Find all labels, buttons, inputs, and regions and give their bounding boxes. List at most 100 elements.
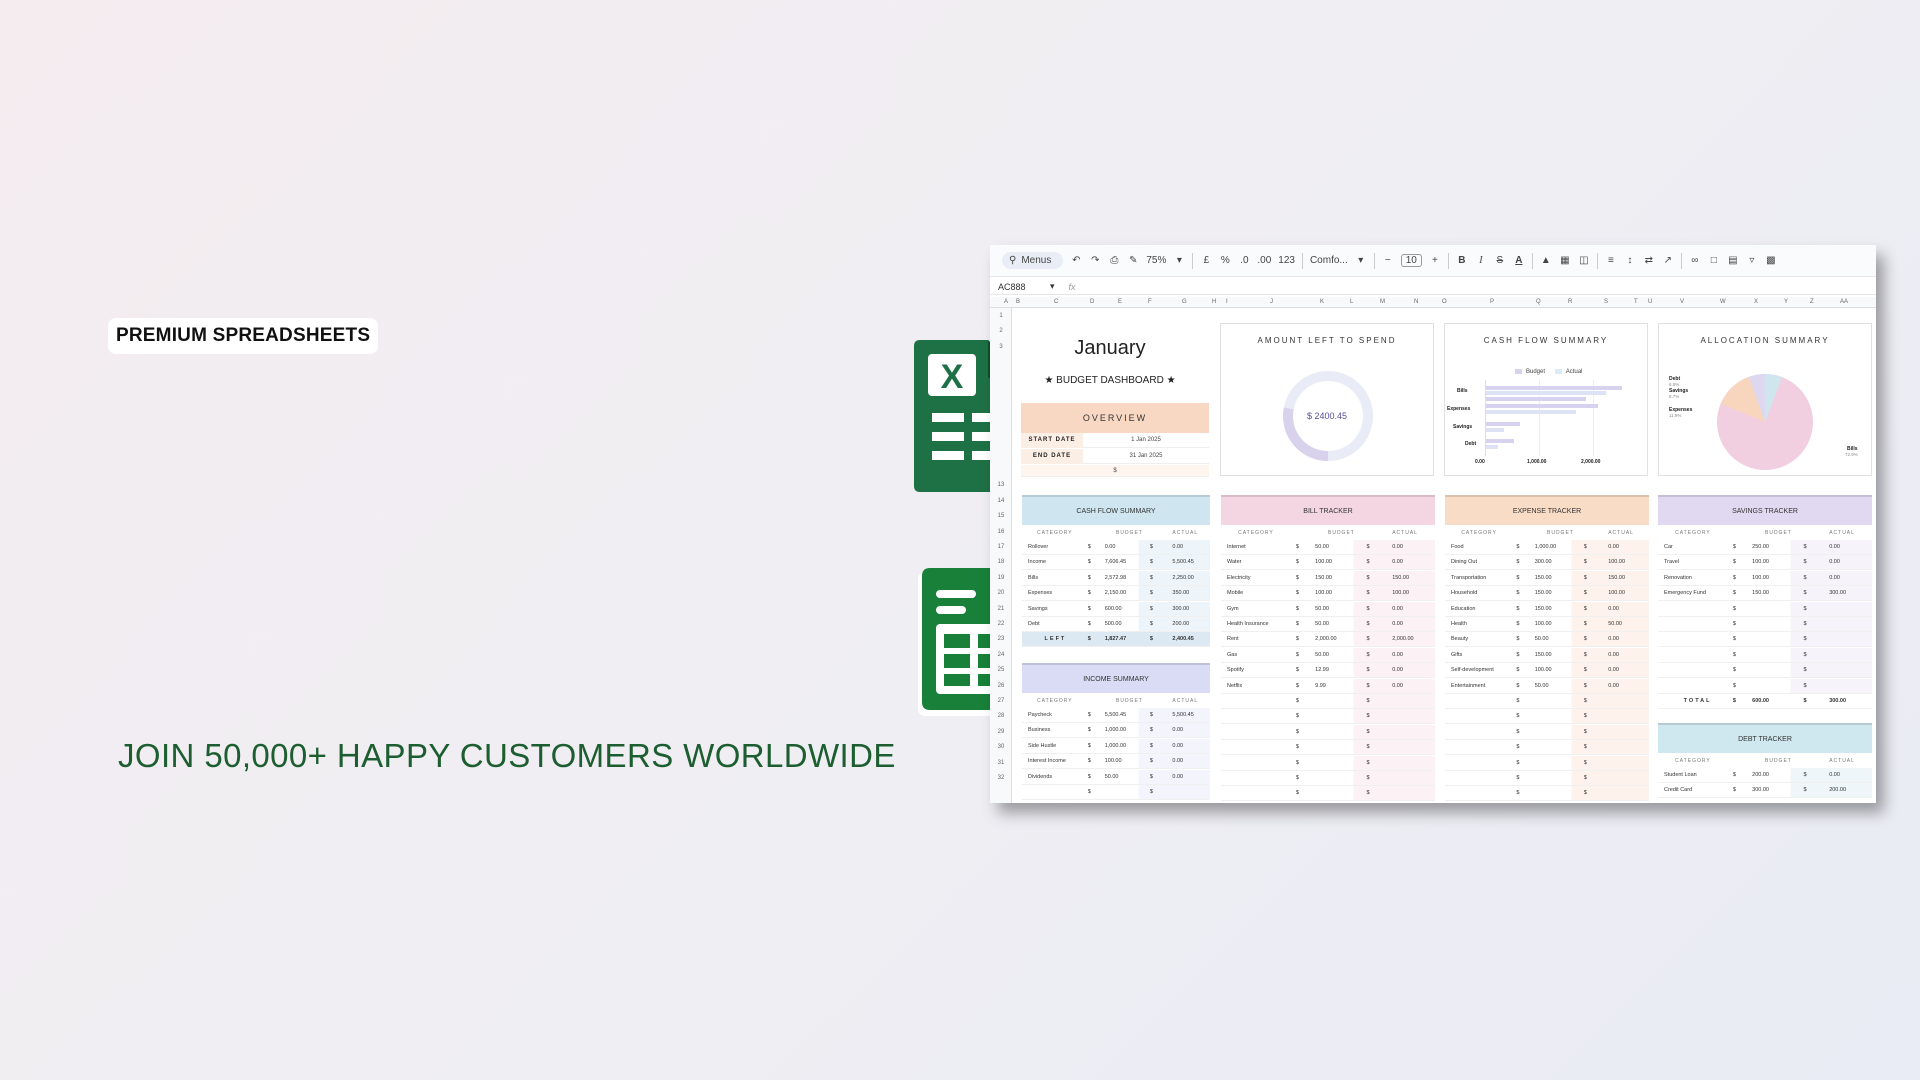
column-header[interactable]: I <box>1226 299 1228 305</box>
table-row[interactable]: Mobile $100.00 $100.00 <box>1221 586 1435 602</box>
chevron-down-icon[interactable]: ▾ <box>1355 255 1367 266</box>
row-header[interactable]: 20 <box>990 590 1012 596</box>
row-header[interactable]: 27 <box>990 698 1012 704</box>
column-header[interactable]: K <box>1320 299 1324 305</box>
table-row[interactable]: $ $ <box>1221 694 1435 709</box>
table-row[interactable]: $ $ <box>1658 632 1872 648</box>
row-header[interactable]: 21 <box>990 606 1012 612</box>
text-rotation-icon[interactable]: ↗ <box>1662 255 1674 266</box>
text-wrap-icon[interactable]: ⇄ <box>1643 255 1655 266</box>
row-header[interactable]: 26 <box>990 683 1012 689</box>
start-date-value[interactable]: 1 Jan 2025 <box>1083 433 1209 448</box>
table-row[interactable]: Expenses $2,150.00 $350.00 <box>1022 586 1210 602</box>
table-row[interactable]: $ $ <box>1445 755 1649 771</box>
row-header[interactable]: 19 <box>990 575 1012 581</box>
currency-format[interactable]: £ <box>1200 255 1212 266</box>
table-row[interactable]: Food $1,000.00 $0.00 <box>1445 540 1649 555</box>
comment-icon[interactable]: □ <box>1708 255 1720 266</box>
strikethrough-button[interactable]: S <box>1494 255 1506 266</box>
link-icon[interactable]: ∞ <box>1689 255 1701 266</box>
currency-dropdown[interactable]: $ <box>1021 465 1209 477</box>
table-icon[interactable]: ▩ <box>1765 255 1777 266</box>
italic-button[interactable]: I <box>1475 255 1487 266</box>
row-header[interactable]: 29 <box>990 729 1012 735</box>
percent-format[interactable]: % <box>1219 255 1231 266</box>
column-header[interactable]: Y <box>1784 299 1788 305</box>
row-header[interactable]: 13 <box>990 482 1012 488</box>
row-header[interactable]: 30 <box>990 744 1012 750</box>
table-row[interactable]: Paycheck $5,500.45 $5,500.45 <box>1022 708 1210 723</box>
column-header[interactable]: P <box>1490 299 1494 305</box>
column-header[interactable]: R <box>1568 299 1572 305</box>
column-header[interactable]: S <box>1604 299 1608 305</box>
table-row[interactable]: Emergency Fund $150.00 $300.00 <box>1658 586 1872 602</box>
row-header[interactable]: 32 <box>990 775 1012 781</box>
filter-icon[interactable]: ▿ <box>1746 255 1758 266</box>
table-row[interactable]: $ $ <box>1221 740 1435 756</box>
table-row[interactable]: $ $ <box>1445 724 1649 740</box>
undo-icon[interactable]: ↶ <box>1070 255 1082 266</box>
table-row[interactable]: Netflix $9.99 $0.00 <box>1221 678 1435 694</box>
column-header[interactable]: G <box>1182 299 1187 305</box>
column-header[interactable]: A <box>1004 299 1008 305</box>
table-row[interactable]: Dining Out $300.00 $100.00 <box>1445 555 1649 571</box>
row-header[interactable]: 1 <box>990 313 1012 319</box>
end-date-value[interactable]: 31 Jan 2025 <box>1083 449 1209 464</box>
table-row[interactable]: $ $ <box>1221 771 1435 786</box>
font-size-decrease[interactable]: − <box>1382 255 1394 266</box>
table-row[interactable]: Gas $50.00 $0.00 <box>1221 647 1435 663</box>
column-header[interactable]: D <box>1090 299 1094 305</box>
row-header[interactable]: 28 <box>990 713 1012 719</box>
name-box[interactable]: AC888 <box>990 282 1050 292</box>
increase-decimal[interactable]: .00 <box>1257 255 1271 266</box>
column-header[interactable]: C <box>1054 299 1058 305</box>
row-header[interactable]: 24 <box>990 652 1012 658</box>
decrease-decimal[interactable]: .0 <box>1238 255 1250 266</box>
column-header[interactable]: H <box>1212 299 1216 305</box>
table-row[interactable]: Health Insurance $50.00 $0.00 <box>1221 617 1435 632</box>
font-select[interactable]: Comfo... <box>1310 255 1348 266</box>
table-row[interactable]: Internet $50.00 $0.00 <box>1221 540 1435 555</box>
zoom-select[interactable]: 75% <box>1146 255 1166 266</box>
row-header[interactable]: 2 <box>990 328 1012 334</box>
table-row[interactable]: Electricity $150.00 $150.00 <box>1221 570 1435 586</box>
table-row[interactable]: $ $ <box>1221 755 1435 771</box>
row-header[interactable]: 18 <box>990 559 1012 565</box>
table-row[interactable]: Health $100.00 $50.00 <box>1445 617 1649 632</box>
table-row[interactable]: Education $150.00 $0.00 <box>1445 601 1649 617</box>
table-row[interactable]: $ $ <box>1658 678 1872 694</box>
table-row[interactable]: Dividends $50.00 $0.00 <box>1022 769 1210 785</box>
chart-icon[interactable]: ▤ <box>1727 255 1739 266</box>
table-row[interactable]: Car $250.00 $0.00 <box>1658 540 1872 555</box>
column-header[interactable]: F <box>1148 299 1152 305</box>
table-row[interactable]: Transportation $150.00 $150.00 <box>1445 570 1649 586</box>
row-header[interactable]: 25 <box>990 667 1012 673</box>
table-row[interactable]: Bills $2,572.98 $2,250.00 <box>1022 570 1210 586</box>
vertical-align-icon[interactable]: ↕ <box>1624 255 1636 266</box>
table-row[interactable]: Student Loan $200.00 $0.00 <box>1658 768 1872 783</box>
table-row[interactable]: Rollover $0.00 $0.00 <box>1022 540 1210 555</box>
table-row[interactable]: Travel $100.00 $0.00 <box>1658 555 1872 571</box>
paint-format-icon[interactable]: ✎ <box>1127 255 1139 266</box>
merge-cells-icon[interactable]: ◫ <box>1578 255 1590 266</box>
table-row[interactable]: $ $ <box>1658 601 1872 617</box>
table-row[interactable]: Interest Income $100.00 $0.00 <box>1022 754 1210 770</box>
column-header[interactable]: Q <box>1536 299 1541 305</box>
table-row[interactable]: $ $ <box>1658 663 1872 679</box>
table-row[interactable]: Savings $600.00 $300.00 <box>1022 601 1210 617</box>
table-row[interactable]: $ $ <box>1022 785 1210 800</box>
row-header[interactable]: 15 <box>990 513 1012 519</box>
column-header[interactable]: T <box>1634 299 1638 305</box>
table-row[interactable]: Household $150.00 $100.00 <box>1445 586 1649 602</box>
column-header[interactable]: AA <box>1840 299 1848 305</box>
fill-color-icon[interactable]: ▲ <box>1540 255 1552 266</box>
table-row[interactable]: Renovation $100.00 $0.00 <box>1658 570 1872 586</box>
row-header[interactable]: 22 <box>990 621 1012 627</box>
table-row[interactable]: Gym $50.00 $0.00 <box>1221 601 1435 617</box>
column-header[interactable]: L <box>1350 299 1353 305</box>
table-row[interactable]: Side Hustle $1,000.00 $0.00 <box>1022 738 1210 754</box>
table-row[interactable]: $ $ <box>1445 771 1649 786</box>
text-color-button[interactable]: A <box>1513 255 1525 266</box>
table-row[interactable]: $ $ <box>1221 786 1435 802</box>
table-row[interactable]: $ $ <box>1445 740 1649 756</box>
